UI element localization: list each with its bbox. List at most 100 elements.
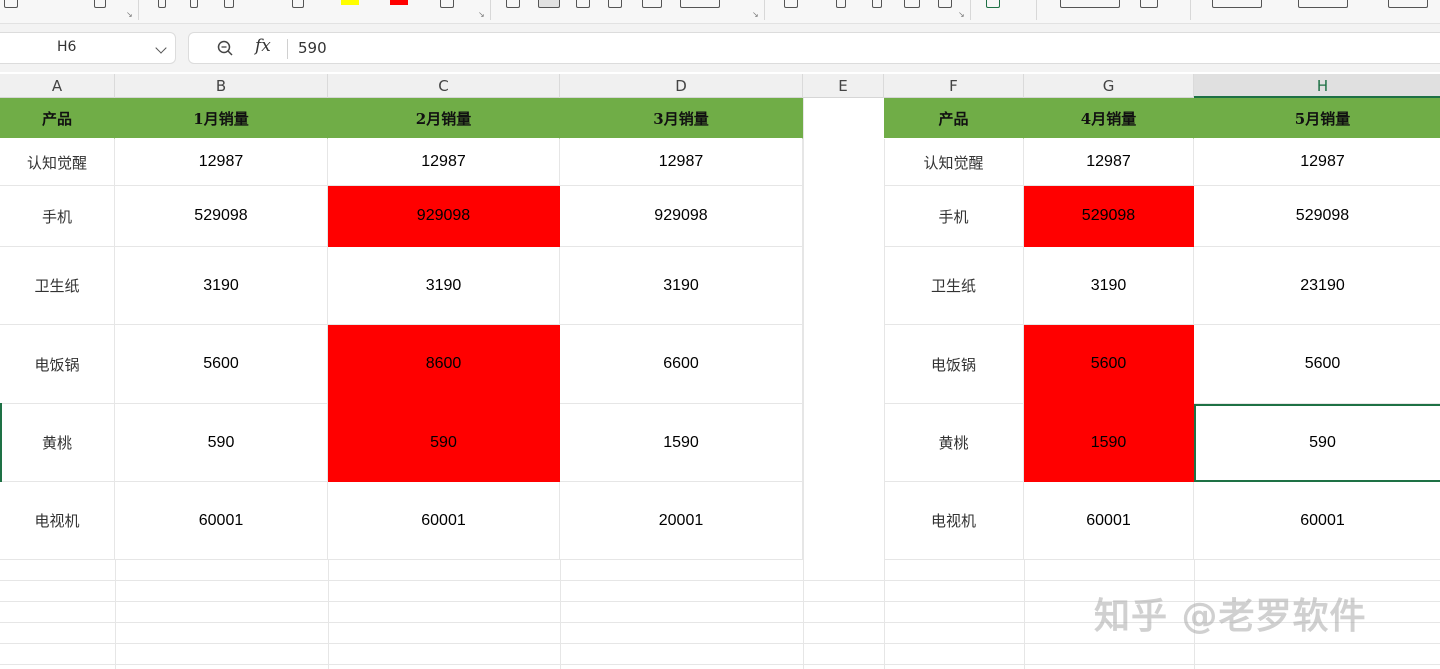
column-header-h[interactable]: H bbox=[1194, 74, 1440, 98]
cell-style-icon[interactable] bbox=[1140, 0, 1158, 8]
header-cell-mar[interactable]: 3月销量 bbox=[560, 98, 803, 139]
table-cell[interactable]: 20001 bbox=[560, 482, 803, 560]
paste-icon[interactable] bbox=[4, 0, 18, 8]
table-cell[interactable]: 手机 bbox=[0, 186, 115, 247]
formula-bar: H6 fx 590 bbox=[0, 24, 1440, 72]
highlighted-cell[interactable]: 529098 bbox=[1024, 186, 1194, 247]
wrap-text-icon[interactable] bbox=[642, 0, 662, 8]
header-cell-apr[interactable]: 4月销量 bbox=[1024, 98, 1194, 139]
active-row-indicator bbox=[0, 403, 2, 482]
table-cell[interactable]: 3190 bbox=[115, 247, 328, 325]
clipboard-icon[interactable] bbox=[94, 0, 106, 8]
table-cell[interactable]: 60001 bbox=[115, 482, 328, 560]
table-cell[interactable]: 电视机 bbox=[884, 482, 1024, 560]
spreadsheet-grid[interactable]: 产品 1月销量 2月销量 3月销量 产品 4月销量 5月销量 认知觉醒 1298… bbox=[0, 98, 1440, 669]
table-cell[interactable]: 529098 bbox=[115, 186, 328, 247]
header-cell-may[interactable]: 5月销量 bbox=[1194, 98, 1440, 139]
dialog-launcher-icon[interactable]: ↘ bbox=[958, 11, 965, 19]
column-header-c[interactable]: C bbox=[328, 74, 560, 98]
active-cell[interactable]: 590 bbox=[1194, 404, 1440, 482]
decrease-decimal-icon[interactable] bbox=[938, 0, 952, 8]
align-left-icon[interactable] bbox=[506, 0, 520, 8]
underline-icon[interactable] bbox=[224, 0, 234, 8]
table-cell[interactable]: 电饭锅 bbox=[0, 325, 115, 404]
dialog-launcher-icon[interactable]: ↘ bbox=[752, 11, 759, 19]
table-cell[interactable]: 5600 bbox=[115, 325, 328, 404]
indent-icon[interactable] bbox=[608, 0, 622, 8]
header-cell-jan[interactable]: 1月销量 bbox=[115, 98, 328, 139]
zoom-icon[interactable] bbox=[217, 40, 233, 56]
formula-value[interactable]: 590 bbox=[298, 39, 327, 57]
sum-icon[interactable] bbox=[1388, 0, 1428, 8]
header-cell-product[interactable]: 产品 bbox=[0, 98, 115, 139]
table-cell[interactable]: 12987 bbox=[560, 139, 803, 186]
table-cell[interactable]: 3190 bbox=[1024, 247, 1194, 325]
bold-icon[interactable] bbox=[158, 0, 166, 8]
dialog-launcher-icon[interactable]: ↘ bbox=[478, 11, 485, 19]
dropdown-arrow-icon[interactable] bbox=[155, 42, 167, 54]
column-header-row: A B C D E F G H bbox=[0, 74, 1440, 98]
table-cell[interactable]: 1590 bbox=[560, 404, 803, 482]
highlighted-cell[interactable]: 8600 bbox=[328, 325, 560, 404]
insert-icon[interactable] bbox=[1212, 0, 1262, 8]
table-cell[interactable]: 3190 bbox=[328, 247, 560, 325]
clear-format-icon[interactable] bbox=[440, 0, 454, 8]
table-cell[interactable]: 529098 bbox=[1194, 186, 1440, 247]
header-cell-product[interactable]: 产品 bbox=[884, 98, 1024, 139]
table-cell[interactable]: 60001 bbox=[1024, 482, 1194, 560]
table-cell[interactable]: 23190 bbox=[1194, 247, 1440, 325]
highlighted-cell[interactable]: 5600 bbox=[1024, 325, 1194, 404]
highlighted-cell[interactable]: 1590 bbox=[1024, 404, 1194, 482]
table-cell[interactable]: 12987 bbox=[1194, 139, 1440, 186]
fill-color-swatch[interactable] bbox=[341, 0, 359, 5]
fx-icon[interactable]: fx bbox=[255, 36, 271, 56]
highlighted-cell[interactable]: 929098 bbox=[328, 186, 560, 247]
table-cell[interactable]: 60001 bbox=[1194, 482, 1440, 560]
font-color-swatch[interactable] bbox=[390, 0, 408, 5]
cell-reference: H6 bbox=[57, 39, 77, 55]
table-cell[interactable]: 590 bbox=[115, 404, 328, 482]
increase-decimal-icon[interactable] bbox=[904, 0, 920, 8]
table-cell[interactable]: 929098 bbox=[560, 186, 803, 247]
table-cell[interactable]: 黄桃 bbox=[0, 404, 115, 482]
align-right-icon[interactable] bbox=[576, 0, 590, 8]
number-format-icon[interactable] bbox=[784, 0, 798, 8]
column-header-e[interactable]: E bbox=[803, 74, 884, 98]
column-header-g[interactable]: G bbox=[1024, 74, 1194, 98]
name-box[interactable]: H6 bbox=[0, 32, 176, 64]
table-cell[interactable]: 认知觉醒 bbox=[884, 139, 1024, 186]
border-icon[interactable] bbox=[292, 0, 304, 8]
merge-icon[interactable] bbox=[680, 0, 720, 8]
table-cell[interactable]: 电视机 bbox=[0, 482, 115, 560]
column-header-d[interactable]: D bbox=[560, 74, 803, 98]
table-cell[interactable]: 认知觉醒 bbox=[0, 139, 115, 186]
table-cell[interactable]: 5600 bbox=[1194, 325, 1440, 404]
decimal-icon[interactable] bbox=[872, 0, 882, 8]
column-header-b[interactable]: B bbox=[115, 74, 328, 98]
formula-divider bbox=[287, 39, 288, 59]
table-cell[interactable]: 12987 bbox=[115, 139, 328, 186]
align-center-icon[interactable] bbox=[538, 0, 560, 8]
delete-icon[interactable] bbox=[1298, 0, 1348, 8]
table-cell[interactable]: 黄桃 bbox=[884, 404, 1024, 482]
column-header-a[interactable]: A bbox=[0, 74, 115, 98]
percent-icon[interactable] bbox=[836, 0, 846, 8]
table-cell[interactable]: 60001 bbox=[328, 482, 560, 560]
table-cell[interactable]: 12987 bbox=[1024, 139, 1194, 186]
formula-input[interactable]: fx 590 bbox=[188, 32, 1440, 64]
dialog-launcher-icon[interactable]: ↘ bbox=[126, 11, 133, 19]
table-style-icon[interactable] bbox=[1060, 0, 1120, 8]
table-cell[interactable]: 卫生纸 bbox=[0, 247, 115, 325]
table-cell[interactable]: 手机 bbox=[884, 186, 1024, 247]
table-cell[interactable]: 卫生纸 bbox=[884, 247, 1024, 325]
italic-icon[interactable] bbox=[190, 0, 198, 8]
column-header-f[interactable]: F bbox=[884, 74, 1024, 98]
conditional-format-icon[interactable] bbox=[986, 0, 1000, 8]
table-cell[interactable]: 12987 bbox=[328, 139, 560, 186]
table-cell[interactable]: 电饭锅 bbox=[884, 325, 1024, 404]
table-cell[interactable]: 6600 bbox=[560, 325, 803, 404]
table-cell[interactable]: 3190 bbox=[560, 247, 803, 325]
watermark: 知乎 @老罗软件 bbox=[1094, 596, 1367, 637]
highlighted-cell[interactable]: 590 bbox=[328, 404, 560, 482]
header-cell-feb[interactable]: 2月销量 bbox=[328, 98, 560, 139]
